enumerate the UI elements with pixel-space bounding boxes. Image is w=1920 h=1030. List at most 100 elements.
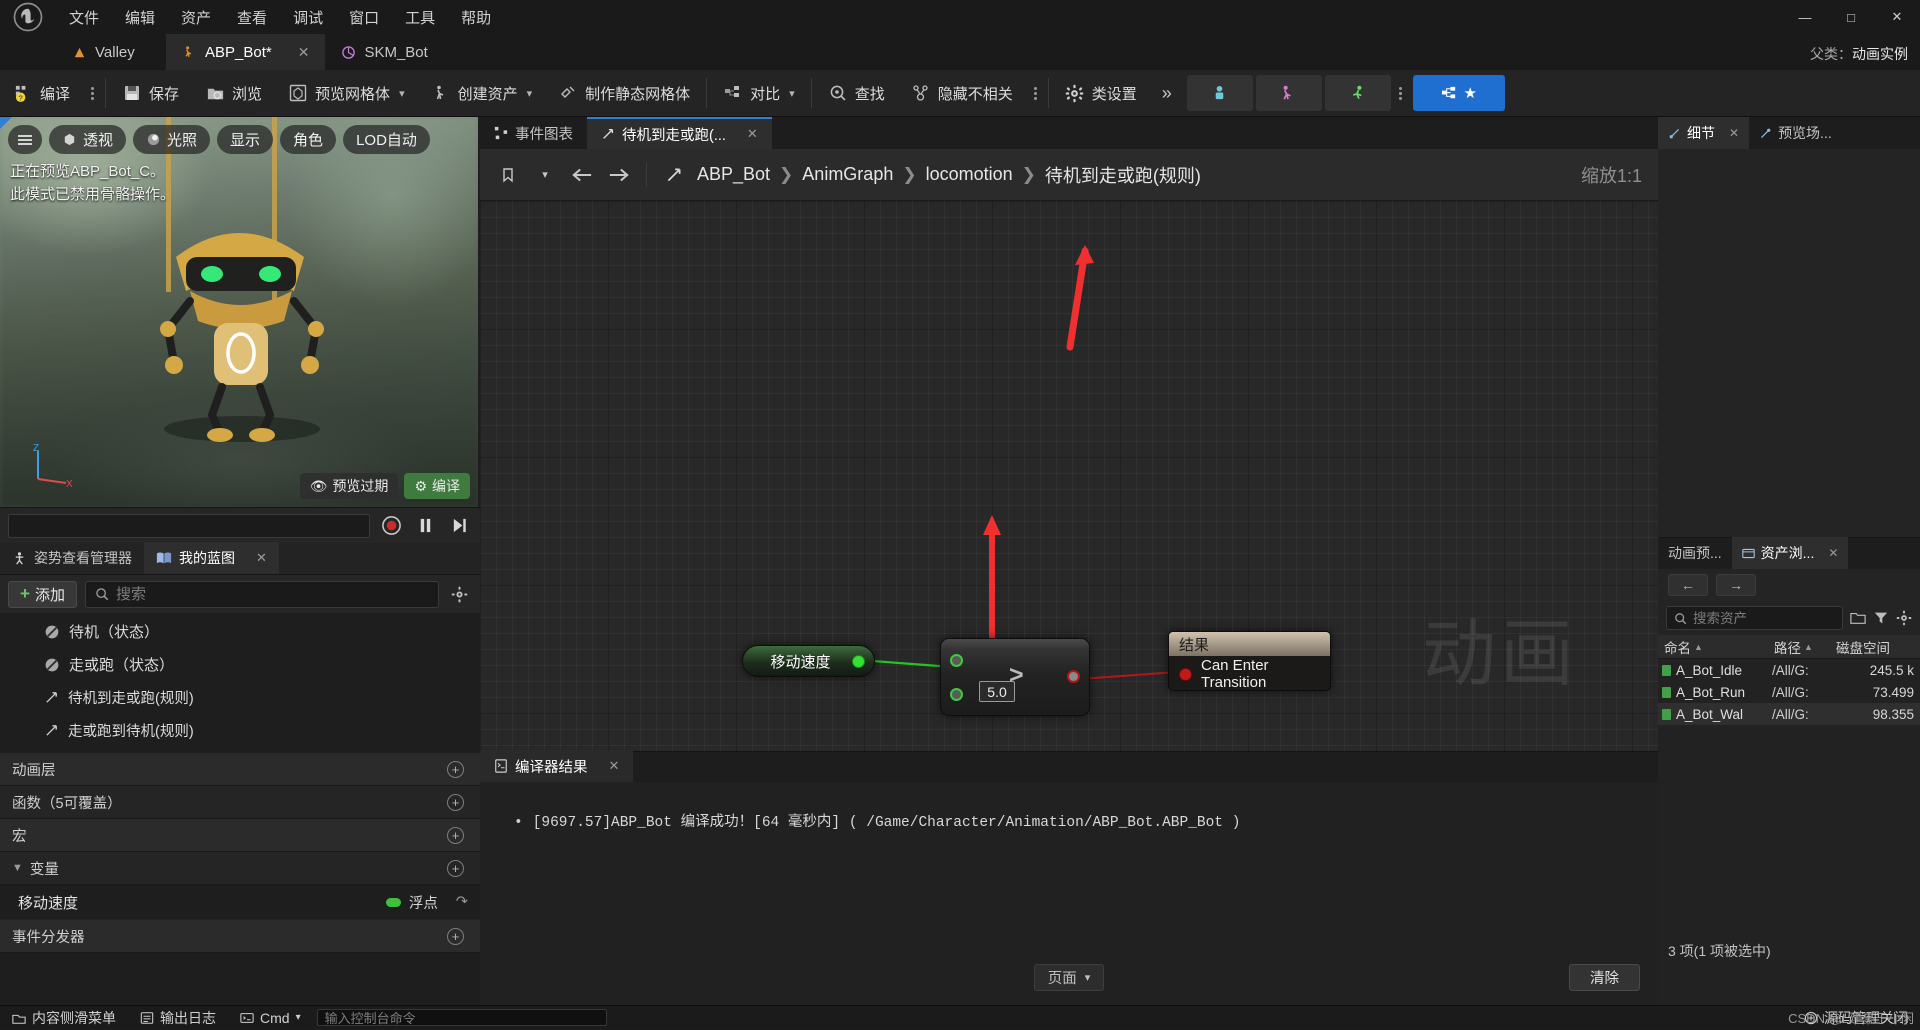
category-functions[interactable]: 函数（5可覆盖） +: [0, 786, 480, 819]
menu-tools[interactable]: 工具: [392, 1, 448, 34]
output-pin-icon[interactable]: [852, 655, 865, 668]
tab-close-icon[interactable]: ✕: [747, 126, 758, 142]
menu-asset[interactable]: 资产: [168, 1, 224, 34]
asset-row-idle[interactable]: A_Bot_Idle /All/G: 245.5 k: [1658, 659, 1920, 681]
add-button[interactable]: + 添加: [8, 580, 77, 608]
skeleton-view-button[interactable]: [1186, 75, 1253, 111]
tree-item-walkrun-to-idle-rule[interactable]: 走或跑到待机(规则): [0, 714, 480, 747]
create-asset-button[interactable]: 创建资产 ▾: [418, 70, 546, 117]
close-button[interactable]: ✕: [1874, 0, 1920, 34]
minimize-button[interactable]: —: [1782, 0, 1828, 34]
tab-close-icon[interactable]: ✕: [298, 44, 310, 61]
node-movement-speed-variable[interactable]: 移动速度: [742, 645, 875, 677]
hide-unrelated-options-button[interactable]: [1026, 70, 1045, 117]
diff-button[interactable]: 对比 ▾: [710, 70, 808, 117]
viewport-character-button[interactable]: 角色: [280, 125, 337, 154]
variable-type[interactable]: 浮点 ↷: [385, 892, 468, 913]
console-command-input[interactable]: 输入控制台命令: [316, 1009, 607, 1026]
record-button[interactable]: [378, 513, 404, 539]
category-variables[interactable]: ▼ 变量 +: [0, 852, 480, 885]
tab-close-icon[interactable]: ✕: [1828, 546, 1838, 560]
chevron-down-icon[interactable]: ▾: [296, 1012, 301, 1023]
category-anim-layers[interactable]: 动画层 +: [0, 753, 480, 786]
menu-view[interactable]: 查看: [224, 1, 280, 34]
tab-anim-preview[interactable]: 动画预...: [1658, 537, 1732, 569]
class-settings-button[interactable]: 类设置: [1052, 70, 1150, 117]
log-message-row[interactable]: • [9697.57]ABP_Bot 编译成功！[64 毫秒内] ( /Game/…: [514, 810, 1658, 831]
tab-close-icon[interactable]: ✕: [609, 758, 620, 774]
tab-skm-bot[interactable]: SKM_Bot: [325, 34, 443, 70]
add-function-button[interactable]: +: [447, 793, 464, 811]
tree-item-idle-to-walkrun-rule[interactable]: 待机到走或跑(规则): [0, 681, 480, 714]
tab-event-graph[interactable]: 事件图表: [480, 117, 587, 149]
view-options-button[interactable]: [1391, 70, 1410, 117]
preview-mesh-button[interactable]: 预览网格体 ▾: [275, 70, 418, 117]
hide-unrelated-button[interactable]: 隐藏不相关: [898, 70, 1026, 117]
column-header-disk-size[interactable]: 磁盘空间: [1830, 637, 1920, 657]
find-button[interactable]: 查找: [815, 70, 898, 117]
gear-icon[interactable]: [1896, 610, 1912, 626]
viewport-show-button[interactable]: 显示: [217, 125, 274, 154]
pause-button[interactable]: [412, 513, 438, 539]
asset-forward-button[interactable]: →: [1716, 574, 1756, 596]
column-header-path[interactable]: 路径 ▲: [1768, 637, 1830, 657]
make-static-mesh-button[interactable]: 制作静态网格体: [545, 70, 703, 117]
asset-search[interactable]: [1666, 606, 1843, 630]
input-pin-b-icon[interactable]: [950, 688, 963, 701]
node-result[interactable]: 结果 Can Enter Transition: [1168, 631, 1331, 691]
chevron-down-icon[interactable]: ▾: [399, 87, 405, 100]
bookmark-dropdown-icon[interactable]: ▾: [531, 161, 559, 189]
node-greater-than-compare[interactable]: 5.0 >: [940, 638, 1090, 716]
breadcrumb-animgraph[interactable]: AnimGraph: [802, 164, 893, 185]
chevron-down-icon[interactable]: ▾: [527, 87, 533, 100]
input-pin-can-enter-icon[interactable]: [1179, 667, 1192, 681]
compile-button[interactable]: ? 编译: [0, 70, 83, 117]
anim-blueprint-view-button[interactable]: ★: [1412, 75, 1505, 111]
tab-close-icon[interactable]: ✕: [256, 550, 267, 566]
settings-gear-button[interactable]: [447, 586, 472, 603]
menu-file[interactable]: 文件: [56, 1, 112, 34]
tab-preview-scene[interactable]: 预览场...: [1749, 117, 1842, 149]
chevron-down-icon[interactable]: ▼: [12, 862, 23, 874]
cmd-dropdown-button[interactable]: Cmd ▾: [228, 1006, 313, 1030]
input-pin-a-icon[interactable]: [950, 654, 963, 667]
viewport-lod-button[interactable]: LOD自动: [343, 125, 430, 154]
viewport-compile-button[interactable]: ⚙ 编译: [404, 473, 470, 499]
category-event-dispatchers[interactable]: 事件分发器 +: [0, 920, 480, 953]
tab-details[interactable]: 细节 ✕: [1658, 117, 1750, 149]
tree-item-walkrun-state[interactable]: 走或跑（状态）: [0, 648, 480, 681]
my-blueprint-search[interactable]: [84, 580, 439, 608]
breadcrumb-current[interactable]: 待机到走或跑(规则): [1045, 162, 1201, 188]
new-folder-icon[interactable]: [1850, 610, 1866, 626]
tab-asset-browser[interactable]: 资产浏... ✕: [1731, 537, 1849, 569]
toolbar-overflow-button[interactable]: »: [1150, 83, 1184, 104]
search-input[interactable]: [115, 585, 429, 603]
viewport-perspective-button[interactable]: 透视: [49, 125, 127, 154]
menu-window[interactable]: 窗口: [336, 1, 392, 34]
breadcrumb-locomotion[interactable]: locomotion: [926, 164, 1013, 185]
content-drawer-button[interactable]: 内容侧滑菜单: [0, 1006, 128, 1030]
tab-abp-bot[interactable]: ABP_Bot* ✕: [166, 34, 326, 70]
add-anim-layer-button[interactable]: +: [447, 760, 464, 778]
nav-back-button[interactable]: [568, 161, 596, 189]
clear-button[interactable]: 清除: [1569, 964, 1640, 991]
tab-pose-watch-manager[interactable]: 姿势查看管理器: [0, 542, 144, 574]
nav-forward-button[interactable]: [605, 161, 633, 189]
compile-options-button[interactable]: [83, 70, 102, 117]
preview-viewport[interactable]: 透视 光照 显示 角色 LOD自动 正在预览ABP_Bot_C。 此模式已禁用骨…: [0, 117, 478, 507]
menu-debug[interactable]: 调试: [280, 1, 336, 34]
step-forward-button[interactable]: [446, 513, 472, 539]
variable-row-movement-speed[interactable]: 移动速度 浮点 ↷: [0, 885, 480, 920]
chevron-down-icon[interactable]: ▾: [789, 87, 795, 100]
column-header-name[interactable]: 命名 ▲: [1658, 637, 1768, 657]
asset-search-input[interactable]: [1693, 610, 1835, 626]
tree-item-idle-state[interactable]: 待机（状态）: [0, 615, 480, 648]
preview-outdated-button[interactable]: 👁 预览过期: [299, 473, 399, 499]
maximize-button[interactable]: □: [1828, 0, 1874, 34]
reset-arrow-icon[interactable]: ↷: [456, 894, 468, 910]
graph-canvas[interactable]: 动画 移动速度 5.0 > 结果 Can Enter Transition: [480, 201, 1658, 751]
output-pin-bool-icon[interactable]: [1067, 670, 1080, 683]
add-macro-button[interactable]: +: [447, 826, 464, 844]
menu-edit[interactable]: 编辑: [112, 1, 168, 34]
menu-help[interactable]: 帮助: [448, 1, 504, 34]
